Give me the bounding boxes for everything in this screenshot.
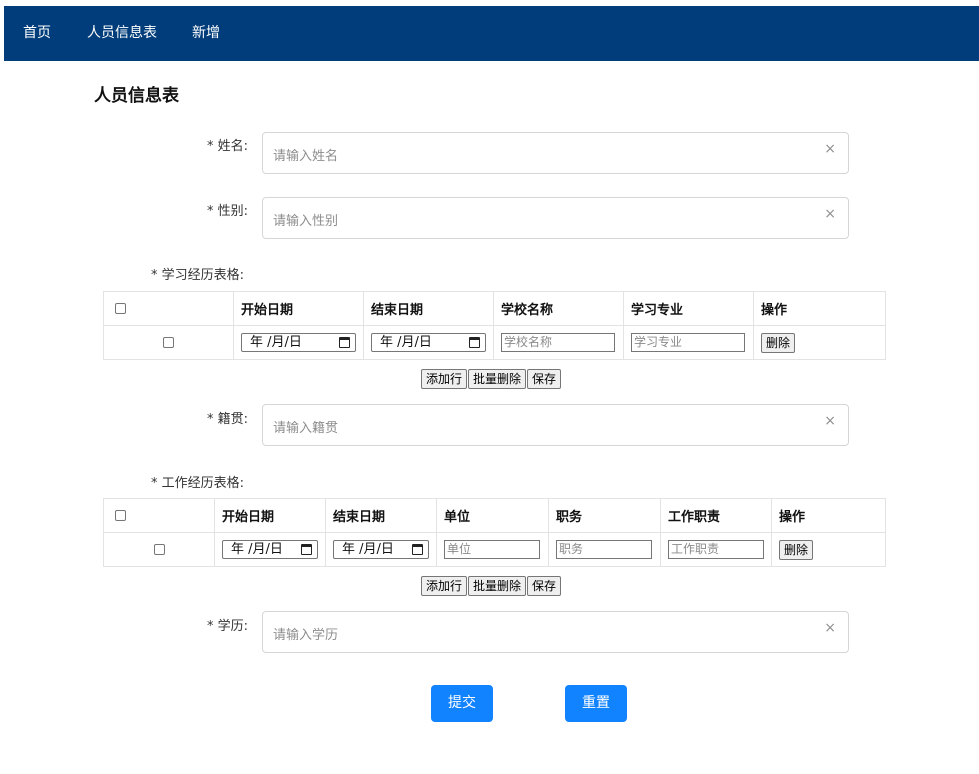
add-row-button[interactable]: 添加行 <box>421 369 468 389</box>
delete-row-button[interactable]: 删除 <box>761 332 796 353</box>
unit-input[interactable]: 单位 <box>444 540 540 559</box>
school-name-input[interactable]: 学校名称 <box>501 333 615 352</box>
save-button[interactable]: 保存 <box>527 576 562 596</box>
column-header: 职务 <box>548 498 661 533</box>
education-field[interactable]: 请输入学历 × <box>262 611 849 653</box>
native-field[interactable]: 请输入籍贯 × <box>262 404 849 446</box>
clear-icon[interactable]: × <box>824 141 836 157</box>
select-all-checkbox[interactable] <box>115 303 126 314</box>
education-placeholder: 请输入学历 <box>273 628 339 643</box>
major-input[interactable]: 学习专业 <box>631 333 745 352</box>
clear-icon[interactable]: × <box>824 413 836 429</box>
select-all-checkbox[interactable] <box>115 510 126 521</box>
calendar-icon[interactable] <box>469 337 480 348</box>
nav-people-link[interactable]: 人员信息表 <box>87 25 157 42</box>
page-title: 人员信息表 <box>94 86 179 106</box>
name-field[interactable]: 请输入姓名 × <box>262 132 849 174</box>
calendar-icon[interactable] <box>412 544 423 555</box>
date-value: 年 /月/日 <box>342 542 394 557</box>
column-header: 工作职责 <box>660 498 772 533</box>
save-button[interactable]: 保存 <box>527 369 562 389</box>
work-table-label: * 工作经历表格: <box>151 476 245 491</box>
batch-delete-button[interactable]: 批量删除 <box>468 369 527 389</box>
column-header: 单位 <box>436 498 549 533</box>
calendar-icon[interactable] <box>339 337 350 348</box>
column-header: 开始日期 <box>214 498 326 533</box>
gender-label: * 性别: <box>207 204 249 219</box>
date-value: 年 /月/日 <box>231 542 283 557</box>
study-header-row: 开始日期 结束日期 学校名称 学习专业 操作 <box>103 291 886 326</box>
table-row: 年 /月/日 年 /月/日 学校名称 学习专业 删除 <box>103 325 886 360</box>
start-date-input[interactable]: 年 /月/日 <box>241 333 356 352</box>
study-table: 开始日期 结束日期 学校名称 学习专业 操作 年 /月/日 年 /月/日 学校名… <box>103 291 886 360</box>
work-table-buttons: 添加行 批量删除 保存 <box>421 576 562 596</box>
column-header: 开始日期 <box>233 291 364 326</box>
reset-button[interactable]: 重置 <box>565 685 627 722</box>
row-checkbox[interactable] <box>153 544 165 555</box>
work-table: 开始日期 结束日期 单位 职务 工作职责 操作 年 /月/日 年 /月/日 单位… <box>103 498 886 567</box>
clear-icon[interactable]: × <box>824 206 836 222</box>
submit-button[interactable]: 提交 <box>431 685 493 722</box>
clear-icon[interactable]: × <box>824 620 836 636</box>
study-table-buttons: 添加行 批量删除 保存 <box>421 369 562 389</box>
start-date-input[interactable]: 年 /月/日 <box>222 540 318 559</box>
position-input[interactable]: 职务 <box>556 540 652 559</box>
name-placeholder: 请输入姓名 <box>273 149 339 164</box>
column-header: 结束日期 <box>325 498 437 533</box>
end-date-input[interactable]: 年 /月/日 <box>371 333 486 352</box>
education-label: * 学历: <box>207 619 249 634</box>
top-nav-bar: 首页 人员信息表 新增 <box>4 6 979 61</box>
calendar-icon[interactable] <box>301 544 312 555</box>
nav-add-link[interactable]: 新增 <box>192 25 220 42</box>
native-placeholder: 请输入籍贯 <box>273 421 339 436</box>
work-header-row: 开始日期 结束日期 单位 职务 工作职责 操作 <box>103 498 886 533</box>
column-header: 操作 <box>753 291 886 326</box>
date-value: 年 /月/日 <box>380 335 432 350</box>
column-header: 学校名称 <box>493 291 624 326</box>
batch-delete-button[interactable]: 批量删除 <box>468 576 527 596</box>
add-row-button[interactable]: 添加行 <box>421 576 468 596</box>
delete-row-button[interactable]: 删除 <box>779 539 814 560</box>
table-row: 年 /月/日 年 /月/日 单位 职务 工作职责 删除 <box>103 532 886 567</box>
name-label: * 姓名: <box>207 139 249 154</box>
gender-field[interactable]: 请输入性别 × <box>262 197 849 239</box>
column-header: 学习专业 <box>623 291 754 326</box>
native-label: * 籍贯: <box>207 412 249 427</box>
gender-placeholder: 请输入性别 <box>273 214 339 229</box>
nav-home-link[interactable]: 首页 <box>23 25 51 42</box>
end-date-input[interactable]: 年 /月/日 <box>333 540 429 559</box>
date-value: 年 /月/日 <box>250 335 302 350</box>
column-header: 结束日期 <box>363 291 494 326</box>
row-checkbox[interactable] <box>163 337 174 348</box>
duty-input[interactable]: 工作职责 <box>668 540 764 559</box>
column-header: 操作 <box>771 498 886 533</box>
study-table-label: * 学习经历表格: <box>151 268 245 283</box>
